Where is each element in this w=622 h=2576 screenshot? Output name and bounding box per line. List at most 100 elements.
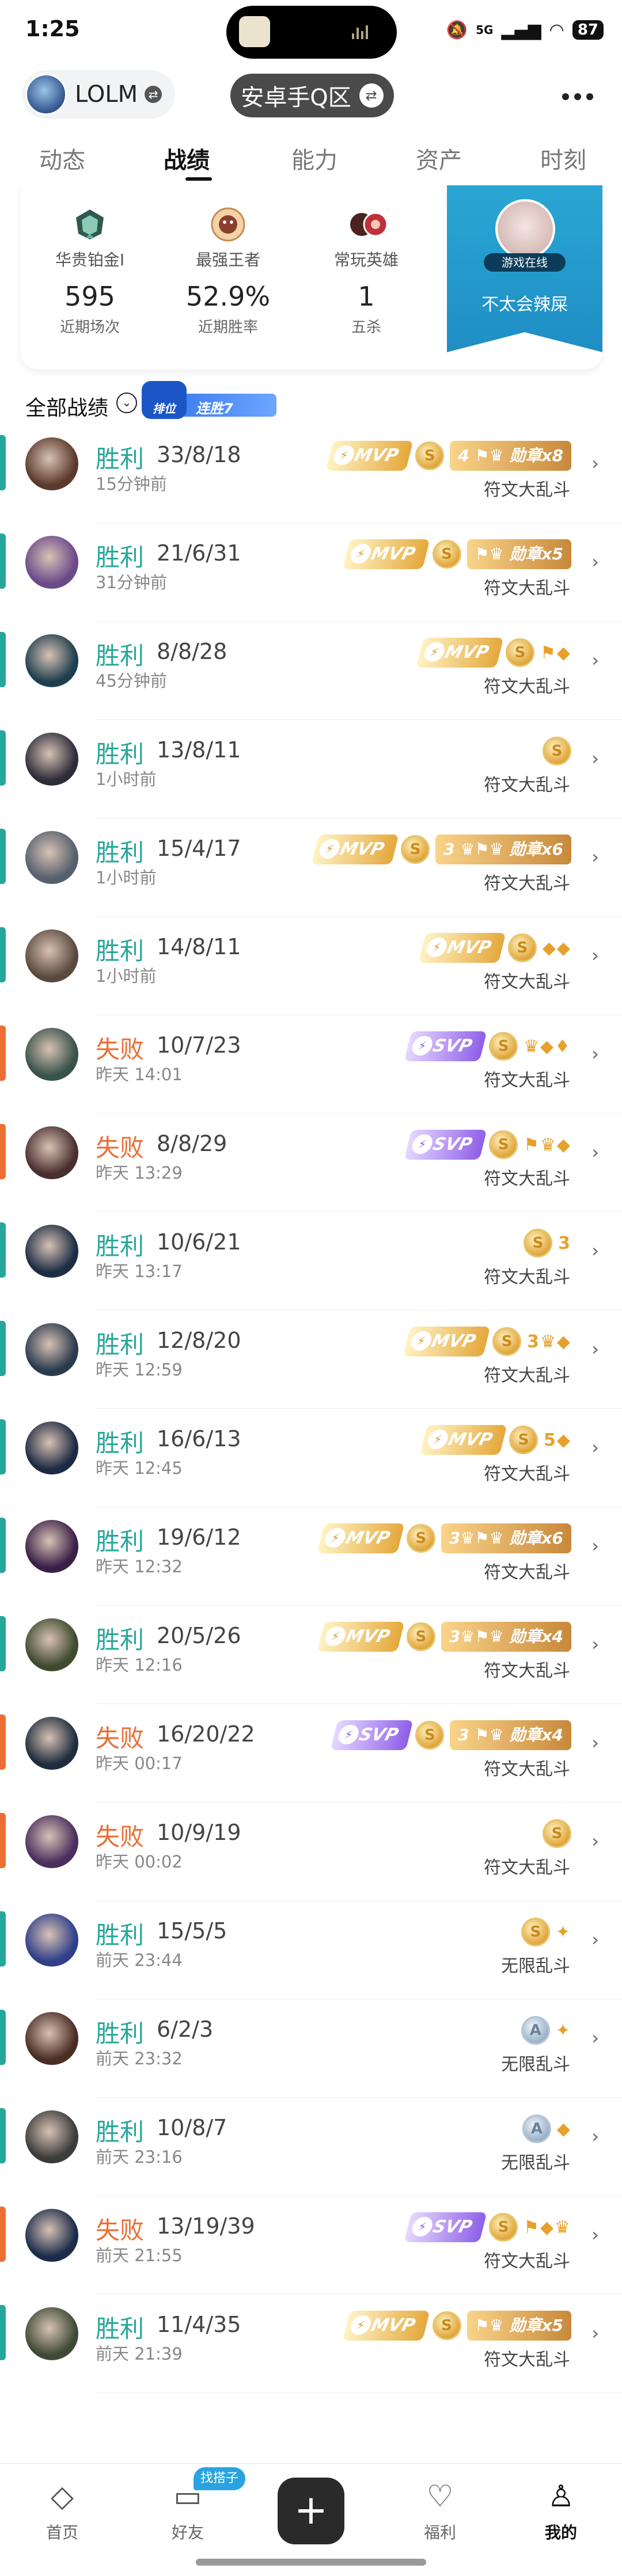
dynamic-island[interactable] [226, 6, 397, 59]
match-row[interactable]: 胜利 15/5/5 前天 23:44 S ✦ 无限乱斗 › [0, 1901, 622, 1999]
tab-ability[interactable]: 能力 [291, 142, 337, 175]
result-indicator [0, 2207, 6, 2262]
hero-avatar [25, 1422, 78, 1474]
network-label: 5G [476, 23, 494, 37]
match-result: 胜利 [96, 543, 145, 571]
hero-avatar [25, 2012, 78, 2065]
result-indicator [0, 1321, 6, 1376]
match-row[interactable]: 失败 10/7/23 昨天 14:01 SVPS ♛◆♦ 符文大乱斗 › [0, 1015, 622, 1114]
player-name: 不太会辣屎 [481, 295, 568, 315]
match-badges: S3 [524, 1227, 571, 1259]
match-kda: 13/19/39 [157, 2213, 255, 2239]
match-kda: 16/6/13 [157, 1426, 241, 1451]
match-row[interactable]: 胜利 13/8/11 1小时前 S 符文大乱斗 › [0, 720, 622, 818]
match-row[interactable]: 失败 16/20/22 昨天 00:17 SVPS3 ⚑♛ 勋章x4 符文大乱斗 › [0, 1704, 622, 1803]
match-row[interactable]: 失败 13/19/39 前天 21:55 SVPS ⚑◆♛ 符文大乱斗 › [0, 2196, 622, 2295]
match-result: 胜利 [96, 1429, 145, 1457]
server-switcher[interactable]: 安卓手Q区 ⇄ [230, 74, 394, 117]
stat-winrate[interactable]: 最强王者 52.9% 近期胜率 [165, 185, 291, 337]
chevron-right-icon: › [591, 1535, 599, 1557]
nav-gift[interactable]: ♡ 福利 [400, 2476, 480, 2543]
app-header: LOLM ⇄ 安卓手Q区 ⇄ [0, 64, 622, 128]
hero-avatar [25, 634, 78, 687]
grade-coin-icon: S [415, 1721, 445, 1750]
hero-avatar [25, 2307, 78, 2360]
tab-moments[interactable]: 时刻 [540, 142, 586, 175]
match-badges: SVPS ⚑♛◆ [404, 1129, 571, 1161]
match-row[interactable]: 胜利 10/8/7 前天 23:16 A ◆ 无限乱斗 › [0, 2098, 622, 2196]
nav-home[interactable]: ◇ 首页 [22, 2476, 103, 2543]
match-time: 昨天 12:45 [96, 1458, 183, 1478]
profile-ribbon[interactable]: 游戏在线 不太会辣屎 [447, 185, 602, 352]
tab-records[interactable]: 战绩 [164, 142, 210, 175]
records-filter[interactable]: 全部战绩 ⌄ 排位 连胜7 [25, 381, 313, 424]
match-row[interactable]: 胜利 10/6/21 昨天 13:17 S 3 符文大乱斗 › [0, 1212, 622, 1310]
stat-rank[interactable]: 华贵铂金I 595 近期场次 [26, 185, 153, 337]
match-row[interactable]: 胜利 12/8/20 昨天 12:59 MVPS3♛◆ 符文大乱斗 › [0, 1310, 622, 1409]
tab-assets[interactable]: 资产 [416, 142, 462, 175]
match-time: 1小时前 [96, 769, 157, 789]
match-row[interactable]: 胜利 33/8/18 15分钟前 MVPS4 ⚑♛ 勋章x8 符文大乱斗 › [0, 425, 622, 523]
match-row[interactable]: 胜利 11/4/35 前天 21:39 MVPS⚑♛ 勋章x5 符文大乱斗 › [0, 2295, 622, 2393]
match-badges: MVPS3 ♛⚑♛ 勋章x6 [311, 833, 571, 866]
server-name: 安卓手Q区 [241, 85, 351, 111]
result-indicator [0, 1222, 6, 1278]
match-badges: MVPS3♛⚑♛ 勋章x6 [317, 1522, 571, 1554]
match-row[interactable]: 胜利 20/5/26 昨天 12:16 MVPS3♛⚑♛ 勋章x4 符文大乱斗 › [0, 1606, 622, 1704]
match-row[interactable]: 胜利 21/6/31 31分钟前 MVPS⚑♛ 勋章x5 符文大乱斗 › [0, 523, 622, 622]
chevron-right-icon: › [591, 748, 599, 769]
match-mode: 符文大乱斗 [484, 2251, 570, 2272]
hero-avatar [25, 536, 78, 589]
hero-avatar [25, 437, 78, 490]
match-row[interactable]: 失败 8/8/29 昨天 13:29 SVPS ⚑♛◆ 符文大乱斗 › [0, 1114, 622, 1212]
mvp-badge: MVP [419, 1425, 507, 1455]
hero-avatar [25, 1520, 78, 1573]
chevron-right-icon: › [591, 1240, 599, 1262]
result-indicator [0, 1911, 6, 1967]
active-tab-indicator [185, 177, 212, 181]
match-time: 15分钟前 [96, 474, 167, 494]
add-button[interactable]: + [278, 2478, 344, 2544]
hero-avatar [25, 1618, 78, 1671]
match-kda: 8/8/28 [157, 639, 227, 664]
hero-avatar [25, 1815, 78, 1868]
result-indicator [0, 829, 6, 884]
chevron-right-icon: › [591, 649, 599, 671]
match-row[interactable]: 胜利 19/6/12 昨天 12:32 MVPS3♛⚑♛ 勋章x6 符文大乱斗 › [0, 1507, 622, 1606]
nav-profile[interactable]: ♙ 我的 [521, 2476, 601, 2543]
match-row[interactable]: 胜利 6/2/3 前天 23:32 A ✦ 无限乱斗 › [0, 1999, 622, 2098]
match-badges: MVPS◆◆ [418, 932, 571, 964]
friends-tag[interactable]: 找搭子 [194, 2467, 246, 2490]
more-menu-button[interactable] [562, 85, 602, 108]
match-row[interactable]: 失败 10/9/19 昨天 00:02 S 符文大乱斗 › [0, 1803, 622, 1901]
grade-coin-icon: A [521, 2016, 550, 2045]
svp-badge: SVP [404, 1130, 487, 1160]
chevron-right-icon: › [591, 2322, 599, 2344]
grade-coin-icon: S [524, 1229, 553, 1257]
medal-badge: 4 ⚑♛ 勋章x8 [450, 441, 571, 471]
account-switcher[interactable]: LOLM ⇄ [22, 70, 175, 119]
result-indicator [0, 632, 6, 687]
grade-coin-icon: S [509, 1426, 538, 1454]
achievement-icons: 5◆ [544, 1430, 571, 1450]
tab-dynamics[interactable]: 动态 [39, 142, 85, 175]
match-time: 昨天 00:02 [96, 1852, 183, 1872]
grade-coin-icon: S [406, 1622, 435, 1651]
match-row[interactable]: 胜利 16/6/13 昨天 12:45 MVPS 5◆ 符文大乱斗 › [0, 1409, 622, 1507]
match-row[interactable]: 胜利 8/8/28 45分钟前 MVPS⚑◆ 符文大乱斗 › [0, 622, 622, 720]
hero-avatar [25, 831, 78, 884]
king-icon [211, 207, 245, 242]
mvp-badge: MVP [317, 1622, 405, 1652]
match-mode: 符文大乱斗 [484, 1563, 570, 1583]
nav-label: 福利 [423, 2523, 456, 2542]
hero-avatar [25, 733, 78, 786]
grade-coin-icon: S [489, 1130, 518, 1159]
match-time: 前天 21:39 [96, 2344, 183, 2364]
chevron-down-icon[interactable]: ⌄ [116, 393, 137, 413]
achievement-icons: ♛◆♦ [524, 1036, 571, 1057]
match-badges: SVPS3 ⚑♛ 勋章x4 [330, 1719, 571, 1751]
match-result: 胜利 [96, 740, 145, 768]
match-row[interactable]: 胜利 14/8/111小时前 MVPS◆◆ 符文大乱斗 › [0, 917, 622, 1015]
stat-heroes[interactable]: 常玩英雄 1 五杀 [303, 185, 430, 337]
match-row[interactable]: 胜利 15/4/171小时前 MVPS3 ♛⚑♛ 勋章x6 符文大乱斗 › [0, 818, 622, 917]
